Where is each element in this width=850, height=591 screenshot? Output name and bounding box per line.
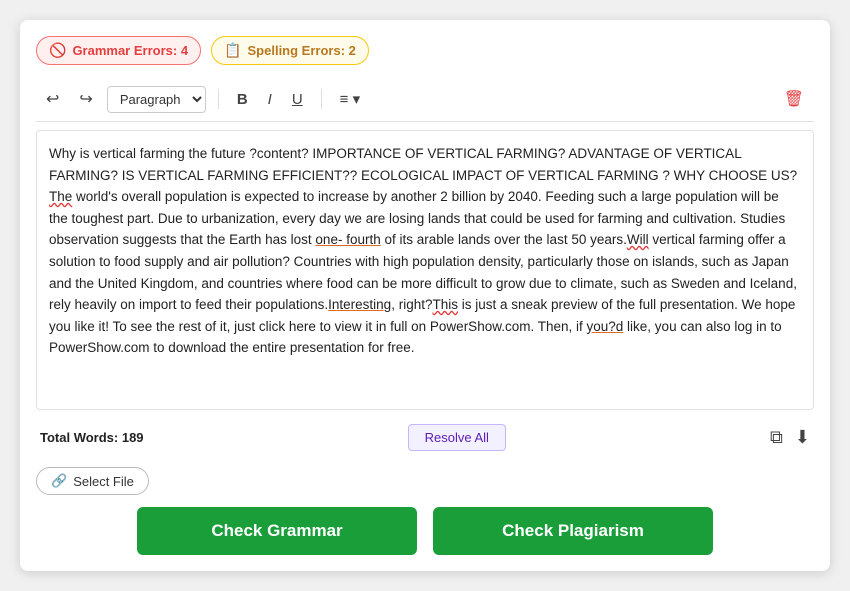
align-button[interactable]: ≡ ▾ [334, 86, 366, 112]
action-buttons: Check Grammar Check Plagiarism [36, 507, 814, 555]
undo-icon: ↩ [46, 91, 59, 108]
grammar-error-icon: 🚫 [49, 42, 66, 59]
icon-buttons: ⧉ ⬇ [770, 427, 810, 448]
paragraph-select[interactable]: Paragraph Heading 1 Heading 2 [107, 86, 206, 113]
underline-button[interactable]: U [286, 87, 309, 112]
grammar-error-label: Grammar Errors: 4 [72, 43, 188, 58]
trash-button[interactable]: 🗑 [778, 85, 810, 113]
underline-icon: U [292, 91, 303, 108]
undo-button[interactable]: ↩ [40, 85, 65, 113]
main-container: 🚫 Grammar Errors: 4 📋 Spelling Errors: 2… [20, 20, 830, 571]
check-grammar-button[interactable]: Check Grammar [137, 507, 417, 555]
bold-icon: B [237, 91, 248, 108]
toolbar-separator-2 [321, 89, 322, 109]
check-plagiarism-button[interactable]: Check Plagiarism [433, 507, 713, 555]
word-count: Total Words: 189 [40, 430, 144, 445]
trash-icon: 🗑 [784, 91, 804, 108]
link-icon: 🔗 [51, 473, 67, 489]
resolve-all-button[interactable]: Resolve All [408, 424, 506, 451]
copy-icon: ⧉ [770, 427, 783, 447]
copy-button[interactable]: ⧉ [770, 427, 783, 448]
spelling-error-icon: 📋 [224, 42, 241, 59]
select-file-label: Select File [73, 474, 134, 489]
redo-button[interactable]: ↪ [73, 85, 98, 113]
select-file-button[interactable]: 🔗 Select File [36, 467, 149, 495]
redo-icon: ↪ [79, 91, 92, 108]
download-icon: ⬇ [795, 427, 810, 447]
spelling-error-label: Spelling Errors: 2 [248, 43, 356, 58]
spelling-error-badge: 📋 Spelling Errors: 2 [211, 36, 369, 65]
italic-icon: I [268, 91, 272, 108]
align-icon: ≡ ▾ [340, 91, 360, 108]
download-button[interactable]: ⬇ [795, 427, 810, 448]
toolbar-separator-1 [218, 89, 219, 109]
italic-button[interactable]: I [262, 87, 278, 112]
bottom-bar: Total Words: 189 Resolve All ⧉ ⬇ [36, 418, 814, 457]
editor-text: Why is vertical farming the future ?cont… [49, 143, 801, 359]
text-editor[interactable]: Why is vertical farming the future ?cont… [36, 130, 814, 410]
grammar-error-badge: 🚫 Grammar Errors: 4 [36, 36, 201, 65]
bold-button[interactable]: B [231, 87, 254, 112]
error-badges: 🚫 Grammar Errors: 4 📋 Spelling Errors: 2 [36, 36, 814, 65]
select-file-row: 🔗 Select File [36, 467, 814, 495]
editor-toolbar: ↩ ↪ Paragraph Heading 1 Heading 2 B I U … [36, 77, 814, 122]
